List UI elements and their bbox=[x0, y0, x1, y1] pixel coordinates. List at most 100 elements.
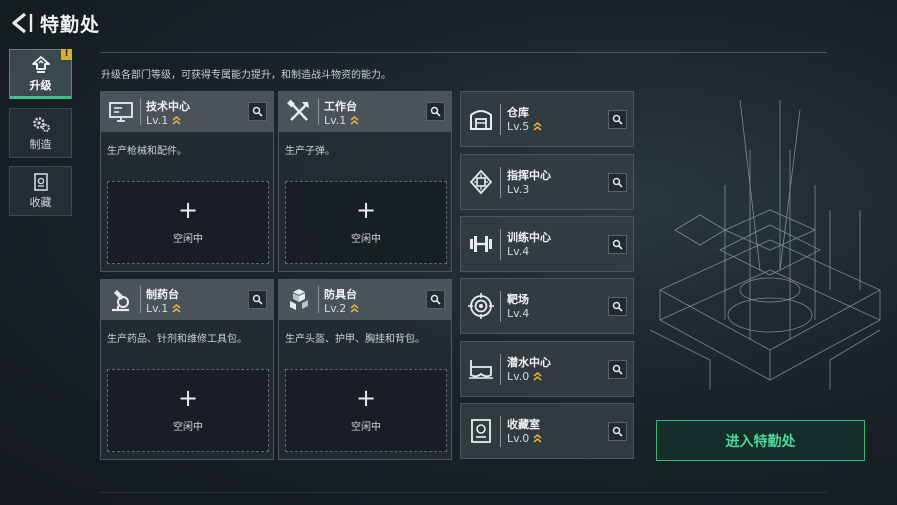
upgrade-icon bbox=[31, 55, 50, 73]
back-button[interactable] bbox=[8, 10, 34, 36]
search-button[interactable] bbox=[608, 235, 627, 254]
facility-item-diving-center[interactable]: 潜水中心 Lv.0 bbox=[460, 341, 634, 397]
level-text: Lv.3 bbox=[507, 183, 530, 196]
level-text: Lv.0 bbox=[507, 432, 530, 445]
magnifier-icon bbox=[612, 239, 623, 250]
facility-item-warehouse[interactable]: 仓库 Lv.5 bbox=[460, 91, 634, 147]
facility-item-collection-room[interactable]: 收藏室 Lv.0 bbox=[460, 403, 634, 459]
facility-name: 靶场 bbox=[507, 293, 529, 306]
facility-item-training-center[interactable]: 训练中心 Lv.4 bbox=[460, 216, 634, 272]
search-button[interactable] bbox=[248, 290, 267, 309]
magnifier-icon bbox=[252, 294, 263, 305]
level-text: Lv.5 bbox=[507, 120, 530, 133]
magnifier-icon bbox=[612, 426, 623, 437]
production-slot[interactable]: + 空闲中 bbox=[107, 369, 269, 452]
plus-icon: + bbox=[355, 196, 377, 224]
card-header: 工作台 Lv.1 bbox=[279, 92, 451, 132]
card-header: 制药台 Lv.1 bbox=[101, 280, 273, 320]
magnifier-icon bbox=[612, 177, 623, 188]
collection-room-icon bbox=[471, 419, 491, 443]
facility-name: 仓库 bbox=[507, 106, 529, 119]
facility-name: 训练中心 bbox=[507, 231, 551, 244]
magnifier-icon bbox=[612, 114, 623, 125]
collection-icon bbox=[33, 172, 48, 191]
diving-mask-icon bbox=[469, 360, 493, 379]
target-icon bbox=[468, 293, 494, 319]
facility-level: Lv.1 bbox=[146, 302, 181, 315]
level-text: Lv.4 bbox=[507, 245, 530, 258]
card-header: 技术中心 Lv.1 bbox=[101, 92, 273, 132]
separator bbox=[500, 104, 501, 135]
back-arrow-icon bbox=[12, 12, 33, 34]
monitor-icon bbox=[109, 102, 133, 122]
search-button[interactable] bbox=[426, 290, 445, 309]
facility-level: Lv.0 bbox=[507, 432, 542, 445]
upgrade-chevron-icon bbox=[533, 433, 542, 443]
upgrade-chevron-icon bbox=[533, 121, 542, 131]
nav-tab-collection[interactable]: 收藏 bbox=[9, 166, 72, 216]
plus-icon: + bbox=[355, 384, 377, 412]
slot-status: 空闲中 bbox=[351, 234, 381, 245]
warehouse-icon bbox=[470, 110, 492, 130]
search-button[interactable] bbox=[248, 102, 267, 121]
slot-status: 空闲中 bbox=[351, 422, 381, 433]
level-text: Lv.1 bbox=[324, 114, 347, 127]
nav-tab-craft[interactable]: 制造 bbox=[9, 108, 72, 158]
magnifier-icon bbox=[612, 364, 623, 375]
slot-status: 空闲中 bbox=[173, 234, 203, 245]
divider bbox=[100, 492, 827, 493]
magnifier-icon bbox=[612, 301, 623, 312]
search-button[interactable] bbox=[426, 102, 445, 121]
facility-description: 生产子弹。 bbox=[285, 146, 335, 157]
nav-tab-label: 收藏 bbox=[29, 195, 52, 209]
plus-icon: + bbox=[177, 196, 199, 224]
facility-name: 制药台 bbox=[146, 288, 179, 301]
production-slot[interactable]: + 空闲中 bbox=[107, 181, 269, 264]
microscope-icon bbox=[112, 290, 129, 312]
facility-description: 生产头盔、护甲、胸挂和背包。 bbox=[285, 334, 425, 345]
facility-level: Lv.0 bbox=[507, 370, 542, 383]
facility-card-pharmacy: 制药台 Lv.1 生产药品、针剂和维修工具包。 + 空闲中 bbox=[100, 279, 274, 460]
facility-item-shooting-range[interactable]: 靶场 Lv.4 bbox=[460, 278, 634, 334]
separator bbox=[140, 286, 141, 313]
separator bbox=[500, 291, 501, 322]
magnifier-icon bbox=[430, 294, 441, 305]
separator bbox=[140, 98, 141, 125]
level-text: Lv.1 bbox=[146, 302, 169, 315]
facility-level: Lv.3 bbox=[507, 183, 529, 196]
facility-level: Lv.5 bbox=[507, 120, 542, 133]
section-description: 升级各部门等级，可获得专属能力提升，和制造战斗物资的能力。 bbox=[101, 70, 391, 81]
page-title: 特勤处 bbox=[40, 14, 101, 36]
enter-special-ops-button[interactable]: 进入特勤处 bbox=[656, 420, 865, 461]
facility-card-tech-center: 技术中心 Lv.1 生产枪械和配件。 + 空闲中 bbox=[100, 91, 274, 272]
search-button[interactable] bbox=[608, 110, 627, 129]
separator bbox=[318, 286, 319, 313]
facility-card-workbench: 工作台 Lv.1 生产子弹。 + 空闲中 bbox=[278, 91, 452, 272]
nav-tab-label: 升级 bbox=[29, 78, 52, 92]
production-slot[interactable]: + 空闲中 bbox=[285, 181, 447, 264]
search-button[interactable] bbox=[608, 422, 627, 441]
facility-description: 生产药品、针剂和维修工具包。 bbox=[107, 334, 247, 345]
search-button[interactable] bbox=[608, 297, 627, 316]
upgrade-chevron-icon bbox=[172, 115, 181, 125]
gears-icon bbox=[32, 116, 50, 132]
facility-level: Lv.4 bbox=[507, 245, 529, 258]
facility-description: 生产枪械和配件。 bbox=[107, 146, 187, 157]
facility-name: 技术中心 bbox=[146, 100, 190, 113]
slot-status: 空闲中 bbox=[173, 422, 203, 433]
facility-level: Lv.2 bbox=[324, 302, 359, 315]
facility-item-command-center[interactable]: 指挥中心 Lv.3 bbox=[460, 154, 634, 210]
separator bbox=[500, 167, 501, 198]
level-text: Lv.4 bbox=[507, 307, 530, 320]
search-button[interactable] bbox=[608, 173, 627, 192]
facility-name: 工作台 bbox=[324, 100, 357, 113]
armor-blocks-icon bbox=[290, 289, 308, 310]
production-slot[interactable]: + 空闲中 bbox=[285, 369, 447, 452]
nav-tab-upgrade[interactable]: ! 升级 bbox=[9, 49, 72, 99]
level-text: Lv.0 bbox=[507, 370, 530, 383]
separator bbox=[500, 416, 501, 447]
search-button[interactable] bbox=[608, 360, 627, 379]
facility-name: 指挥中心 bbox=[507, 169, 551, 182]
dumbbell-icon bbox=[470, 236, 492, 252]
upgrade-chevron-icon bbox=[350, 303, 359, 313]
